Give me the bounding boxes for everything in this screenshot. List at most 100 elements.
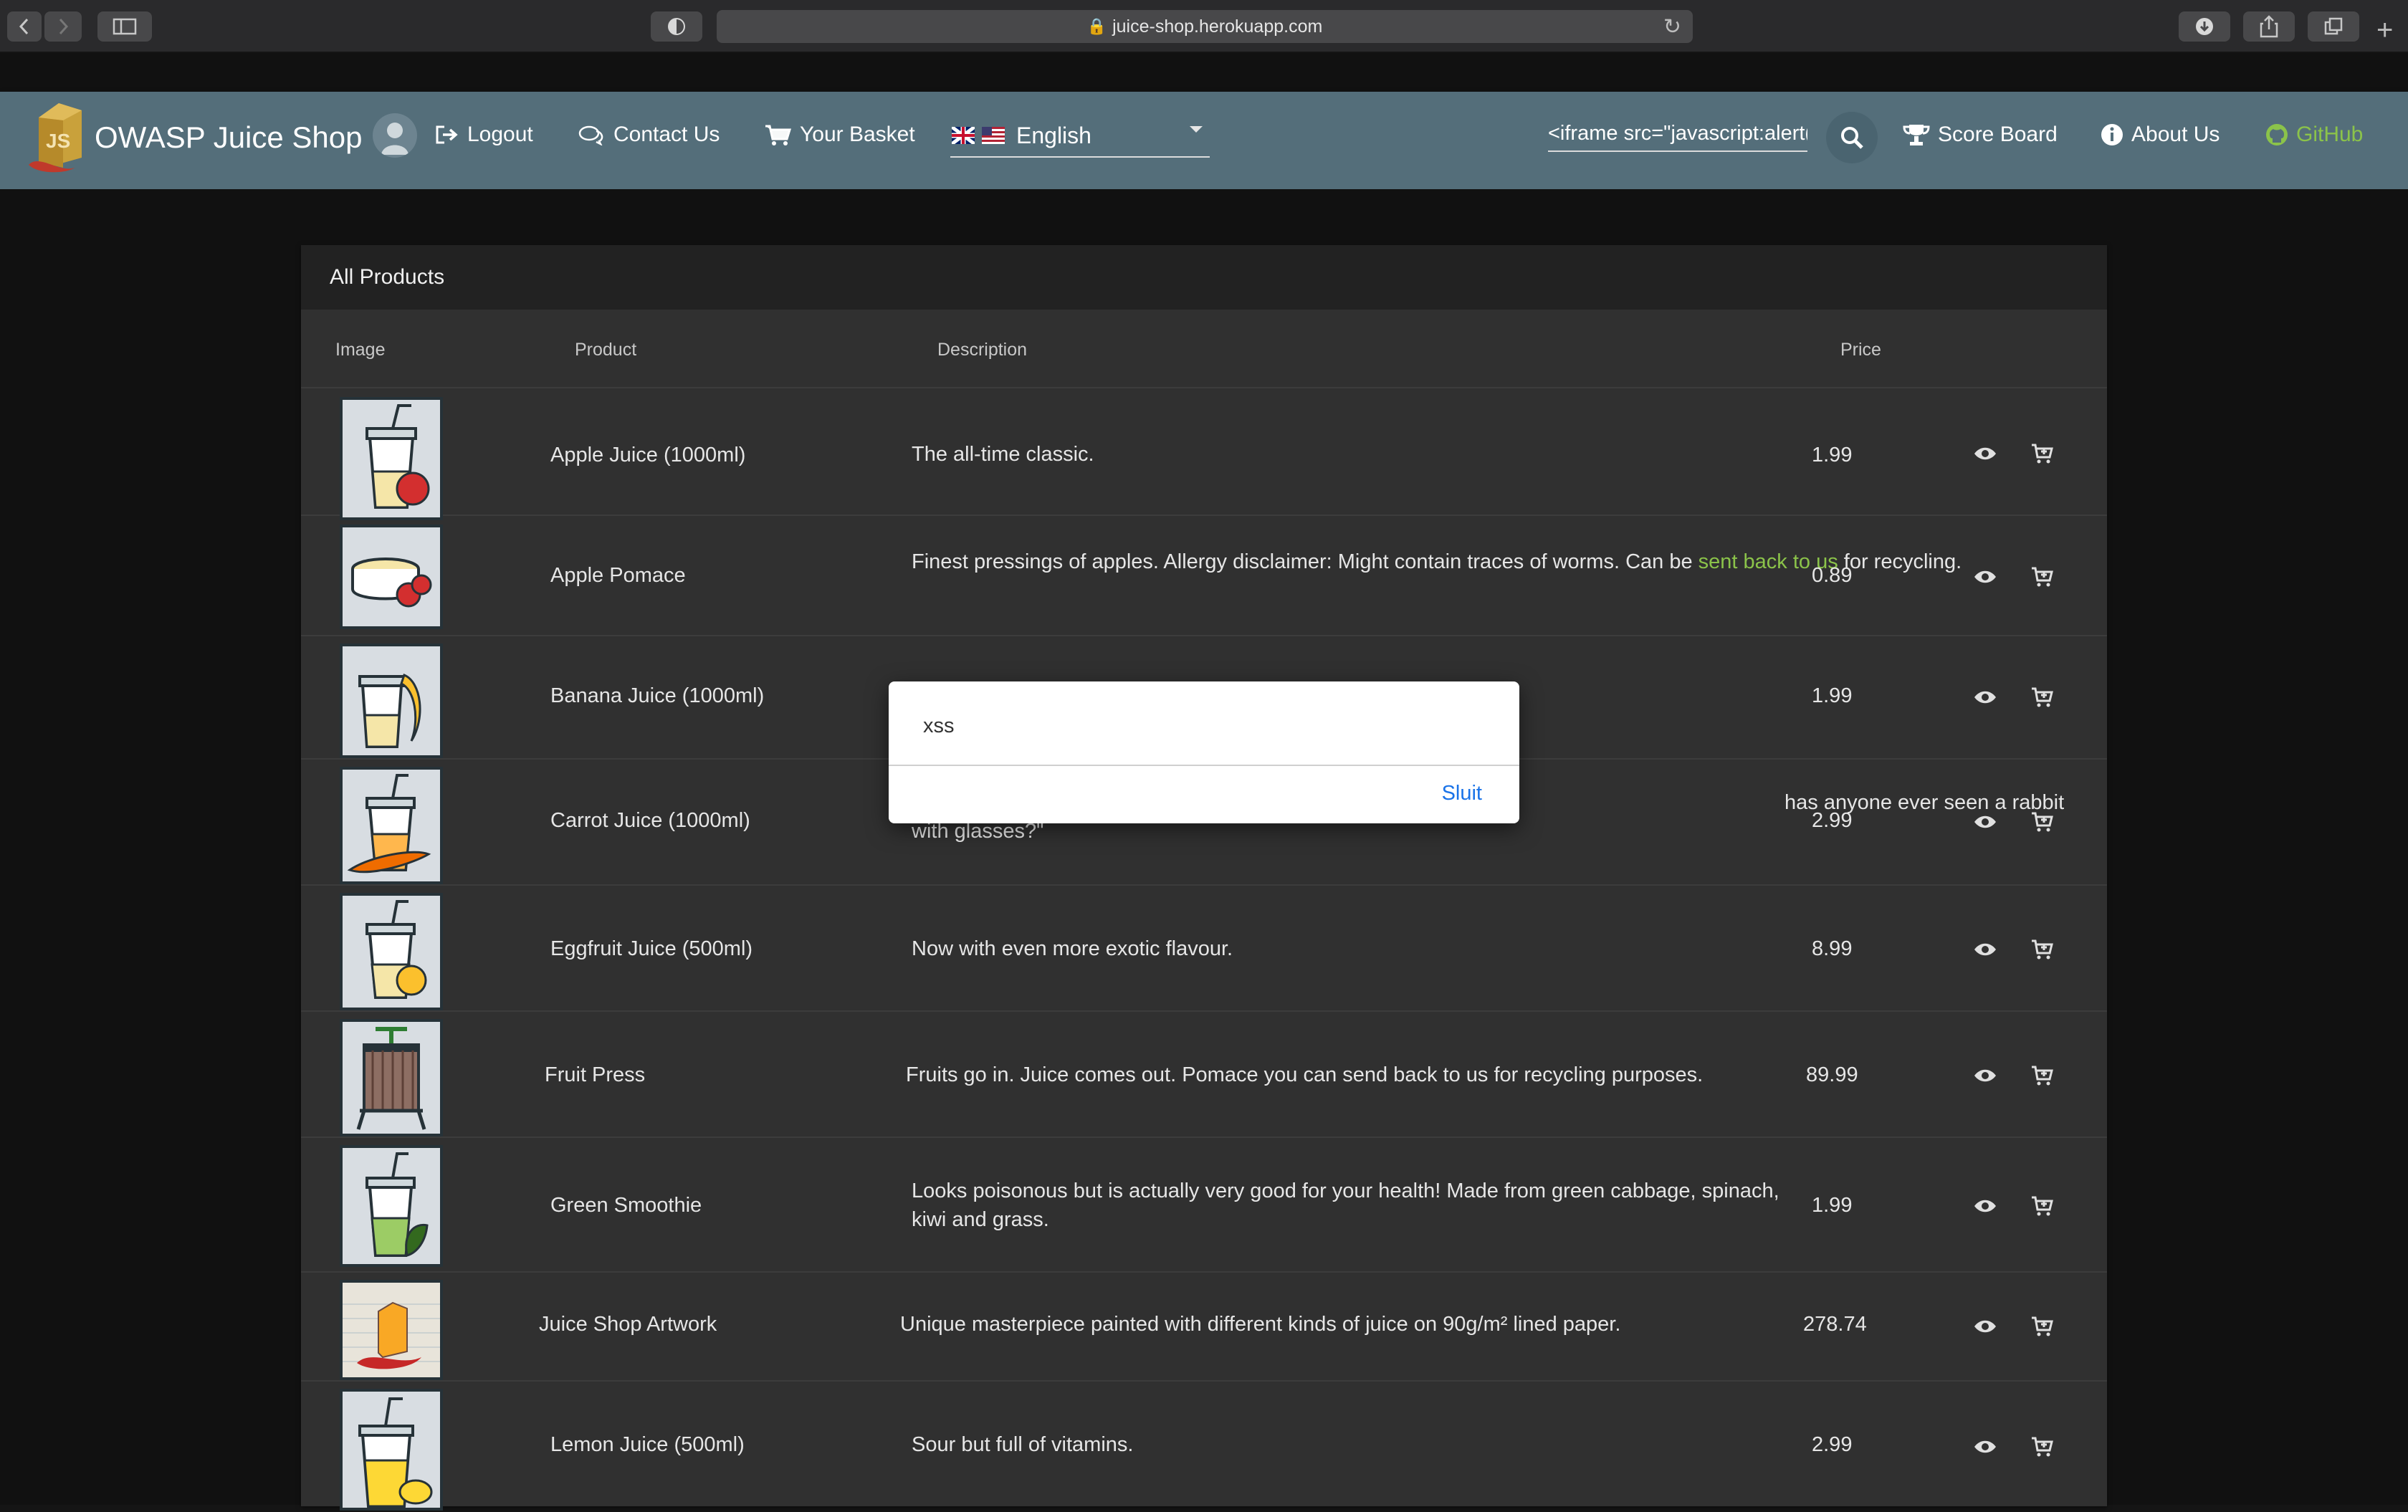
search-input[interactable]: <iframe src="javascript:alert(: [1548, 116, 1807, 152]
product-image[interactable]: [340, 1280, 443, 1380]
juice-shop-logo[interactable]: JS: [24, 96, 93, 175]
eye-icon: [1974, 1069, 1996, 1082]
table-row[interactable]: Apple Juice (1000ml) The all-time classi…: [301, 390, 2107, 520]
product-description: Fruits go in. Juice comes out. Pomace yo…: [906, 1063, 1704, 1086]
product-image[interactable]: [340, 1145, 443, 1267]
view-details-button[interactable]: [1967, 1058, 2003, 1094]
about-us-button[interactable]: About Us: [2100, 123, 2220, 147]
product-description: Looks poisonous but is actually very goo…: [912, 1180, 1779, 1231]
downloads-button[interactable]: [2179, 11, 2230, 42]
new-tab-icon[interactable]: +: [2376, 14, 2393, 47]
github-label: GitHub: [2296, 123, 2364, 146]
table-row[interactable]: Green Smoothie Looks poisonous but is ac…: [301, 1139, 2107, 1273]
product-price: 2.99: [1812, 1433, 1853, 1456]
add-to-basket-button[interactable]: [2024, 1058, 2060, 1094]
github-icon: [2266, 124, 2288, 145]
eye-icon: [1974, 1320, 1996, 1333]
privacy-report-button[interactable]: [651, 11, 702, 42]
tabs-overview-button[interactable]: [2308, 11, 2359, 42]
view-details-button[interactable]: [1967, 679, 2003, 715]
add-cart-icon: [2032, 812, 2053, 832]
add-to-basket-button[interactable]: [2024, 804, 2060, 840]
view-details-button[interactable]: [1967, 804, 2003, 840]
eye-icon: [1974, 815, 1996, 828]
user-avatar[interactable]: [373, 113, 417, 158]
lock-icon: 🔒: [1086, 17, 1107, 35]
product-description: Unique masterpiece painted with differen…: [900, 1313, 1621, 1336]
shield-icon: [668, 18, 685, 35]
table-header-row: Image Product Description Price: [301, 310, 2107, 388]
view-details-button[interactable]: [1967, 1308, 2003, 1344]
dialog-divider: [889, 765, 1519, 766]
forward-button[interactable]: [44, 11, 82, 42]
header-image: Image: [335, 340, 386, 360]
product-image[interactable]: [340, 767, 443, 884]
language-select[interactable]: English: [950, 115, 1210, 158]
search-button[interactable]: [1826, 112, 1878, 163]
product-image[interactable]: [340, 1389, 443, 1511]
add-cart-icon: [2032, 939, 2053, 960]
product-image[interactable]: [340, 643, 443, 758]
eggfruit-juice-image: [366, 900, 427, 999]
logout-button[interactable]: Logout: [434, 123, 533, 147]
add-cart-icon: [2032, 687, 2053, 707]
eye-icon: [1974, 691, 1996, 704]
eye-icon: [1974, 570, 1996, 583]
table-row[interactable]: Apple Pomace Finest pressings of apples.…: [301, 517, 2107, 636]
product-image[interactable]: [340, 397, 443, 520]
product-image[interactable]: [340, 893, 443, 1010]
product-image[interactable]: [340, 525, 443, 629]
product-price: 1.99: [1812, 1194, 1853, 1217]
back-button[interactable]: [7, 11, 42, 42]
contact-us-label: Contact Us: [613, 123, 720, 146]
table-row[interactable]: Juice Shop Artwork Unique masterpiece pa…: [301, 1274, 2107, 1382]
fruit-press-image: [356, 1027, 426, 1130]
github-link[interactable]: GitHub: [2265, 123, 2363, 147]
juice-cup-image: [366, 404, 430, 509]
browser-tab-strip: [0, 53, 2408, 92]
header-price: Price: [1840, 340, 1881, 360]
product-description: Sour but full of vitamins.: [912, 1433, 1134, 1456]
view-details-button[interactable]: [1967, 1188, 2003, 1224]
carrot-juice-image: [347, 774, 431, 874]
basket-label: Your Basket: [800, 123, 915, 146]
add-to-basket-button[interactable]: [2024, 436, 2060, 472]
add-to-basket-button[interactable]: [2024, 1308, 2060, 1344]
view-details-button[interactable]: [1967, 559, 2003, 595]
close-dialog-button[interactable]: Sluit: [1442, 782, 1482, 805]
address-bar[interactable]: 🔒 juice-shop.herokuapp.com ↻: [717, 10, 1693, 43]
basket-button[interactable]: Your Basket: [764, 123, 915, 147]
alert-dialog: xss Sluit: [889, 681, 1519, 823]
banana-juice-image: [358, 673, 421, 748]
score-board-button[interactable]: Score Board: [1902, 123, 2058, 147]
add-to-basket-button[interactable]: [2024, 1429, 2060, 1465]
eye-icon: [1974, 943, 1996, 956]
view-details-button[interactable]: [1967, 436, 2003, 472]
table-row[interactable]: Fruit Press Fruits go in. Juice comes ou…: [301, 1013, 2107, 1138]
chevron-right-icon: [59, 18, 69, 35]
table-row[interactable]: Eggfruit Juice (500ml) Now with even mor…: [301, 887, 2107, 1012]
sign-out-icon: [436, 125, 458, 144]
add-to-basket-button[interactable]: [2024, 932, 2060, 967]
add-cart-icon: [2032, 1437, 2053, 1457]
table-row[interactable]: Lemon Juice (500ml) Sour but full of vit…: [301, 1383, 2107, 1512]
product-image[interactable]: [340, 1019, 443, 1137]
product-description: The all-time classic.: [912, 443, 1094, 466]
user-icon: [381, 123, 408, 155]
info-icon: [2101, 124, 2123, 145]
add-to-basket-button[interactable]: [2024, 679, 2060, 715]
add-to-basket-button[interactable]: [2024, 1188, 2060, 1224]
contact-us-button[interactable]: Contact Us: [578, 123, 720, 147]
view-details-button[interactable]: [1967, 1429, 2003, 1465]
artwork-image: [343, 1283, 440, 1377]
sidebar-icon: [113, 18, 137, 35]
brand-title[interactable]: OWASP Juice Shop: [95, 120, 363, 155]
product-description: Now with even more exotic flavour.: [912, 937, 1233, 960]
add-to-basket-button[interactable]: [2024, 559, 2060, 595]
sidebar-toggle-button[interactable]: [97, 11, 152, 42]
share-button[interactable]: [2243, 11, 2295, 42]
reload-icon[interactable]: ↻: [1663, 14, 1681, 39]
caret-down-icon: [1190, 126, 1203, 133]
view-details-button[interactable]: [1967, 932, 2003, 967]
lemon-juice-image: [358, 1397, 433, 1508]
